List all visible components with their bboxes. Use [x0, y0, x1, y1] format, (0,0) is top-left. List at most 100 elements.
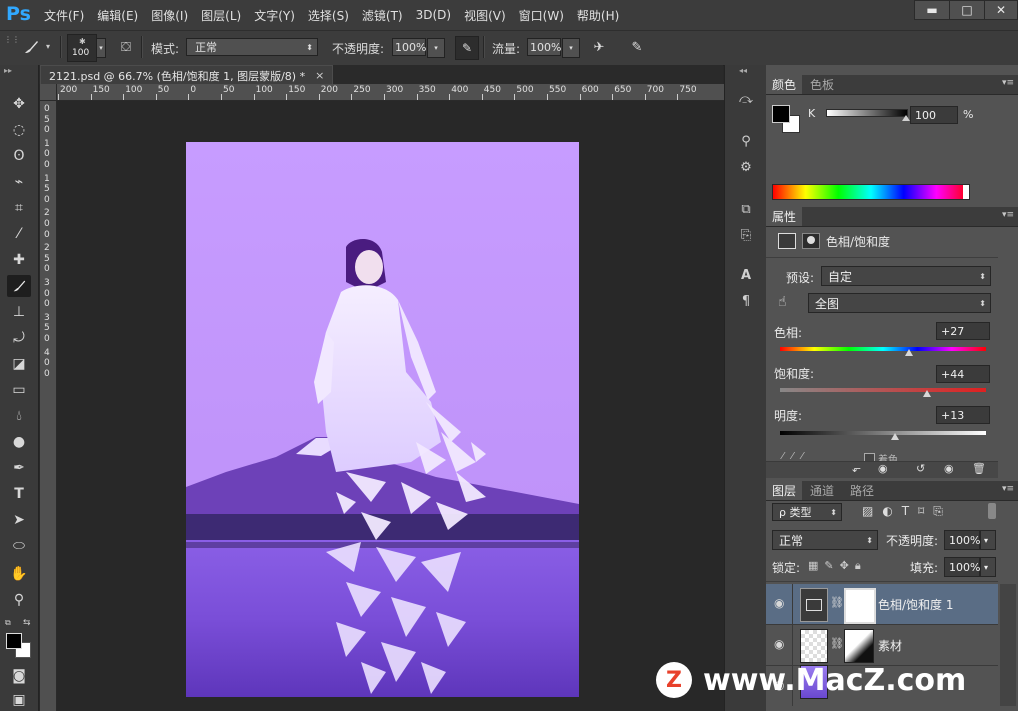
layer-name[interactable]: 色相/饱和度 1	[878, 596, 954, 613]
pressure-size-icon[interactable]: ✎	[626, 37, 648, 57]
lightness-slider-handle[interactable]	[891, 433, 899, 440]
airbrush-icon[interactable]: ✈	[588, 37, 610, 57]
crop-tool-icon[interactable]: ⌗	[7, 197, 31, 219]
saturation-slider-handle[interactable]	[923, 390, 931, 397]
lasso-tool-icon[interactable]: ʘ	[7, 145, 31, 167]
menu-item-4[interactable]: 文字(Y)	[254, 7, 295, 24]
healing-brush-tool-icon[interactable]: ✚	[7, 249, 31, 271]
mask-icon[interactable]	[802, 233, 820, 249]
ruler-origin[interactable]	[40, 84, 57, 101]
history-panel-icon[interactable]: ⤼	[735, 89, 757, 109]
eye-icon[interactable]: ◉	[774, 596, 784, 610]
zoom-tool-icon[interactable]: ⚲	[7, 589, 31, 611]
menu-item-8[interactable]: 视图(V)	[464, 7, 506, 24]
color-spectrum-ramp[interactable]	[772, 184, 970, 200]
menu-item-3[interactable]: 图层(L)	[201, 7, 241, 24]
vertical-ruler[interactable]: 050100150200250300350400	[40, 100, 57, 711]
menu-item-1[interactable]: 编辑(E)	[97, 7, 138, 24]
brush-size-dropdown[interactable]: ▾	[96, 38, 106, 58]
brush-size-picker[interactable]: ✱ 100	[67, 34, 97, 62]
menu-item-5[interactable]: 选择(S)	[308, 7, 349, 24]
k-slider-handle[interactable]	[902, 115, 910, 121]
opacity-field[interactable]: 100%	[392, 38, 426, 56]
panel-menu-icon[interactable]: ▾≡	[1002, 210, 1014, 220]
tab-channels[interactable]: 通道	[804, 481, 840, 500]
path-select-tool-icon[interactable]: ➤	[7, 509, 31, 531]
collapse-arrows-icon[interactable]: ▸▸	[4, 66, 12, 75]
paragraph-panel-icon[interactable]: ¶	[735, 291, 757, 311]
color-foreground-swatch[interactable]	[772, 105, 790, 123]
lightness-slider-track[interactable]	[780, 431, 986, 435]
lock-icons[interactable]: ▦✎✥🔒︎	[808, 559, 867, 573]
layer-row[interactable]: ◉ ⛓ 素材	[766, 625, 998, 666]
tool-presets-icon[interactable]: ⎘	[735, 225, 757, 245]
lightness-value-field[interactable]: +13	[936, 406, 990, 424]
dodge-tool-icon[interactable]: ●	[7, 431, 31, 453]
filter-toggle[interactable]	[988, 503, 996, 519]
eyedropper-tool-icon[interactable]: ⁄	[7, 223, 31, 245]
layer-mask-thumbnail[interactable]	[844, 629, 874, 663]
gradient-tool-icon[interactable]: ▭	[7, 379, 31, 401]
hand-tool-icon[interactable]: ✋	[7, 563, 31, 585]
horizontal-ruler[interactable]: 200 150 100 50 0 50 100 150 200 250 300 350 400 450 50…	[40, 84, 724, 101]
hue-slider-handle[interactable]	[905, 349, 913, 356]
document-tab[interactable]: 2121.psd @ 66.7% (色相/饱和度 1, 图层蒙版/8) * ×	[40, 65, 334, 85]
layer-filter-dropdown[interactable]: ρ 类型 ⬍	[772, 503, 842, 521]
layer-name[interactable]: 素材	[878, 637, 902, 654]
pen-tool-icon[interactable]: ✒	[7, 457, 31, 479]
default-colors-icon[interactable]: ⧉	[5, 618, 11, 628]
flow-dropdown[interactable]: ▾	[562, 38, 580, 58]
flow-field[interactable]: 100%	[527, 38, 561, 56]
brush-panel-icon[interactable]: ⚙	[735, 157, 757, 177]
panel-menu-icon[interactable]: ▾≡	[1002, 78, 1014, 88]
character-panel-icon[interactable]: A	[735, 265, 757, 285]
tab-layers[interactable]: 图层	[766, 481, 803, 500]
layer-row-selected[interactable]: ◉ ⛓ 色相/饱和度 1	[766, 584, 998, 625]
eraser-tool-icon[interactable]: ◪	[7, 353, 31, 375]
blur-tool-icon[interactable]: 💧︎	[7, 405, 31, 427]
hue-slider-track[interactable]	[780, 347, 986, 351]
quick-select-tool-icon[interactable]: ⌁	[7, 171, 31, 193]
close-button[interactable]: ✕	[984, 0, 1018, 20]
k-slider-track[interactable]	[826, 109, 908, 117]
saturation-slider-track[interactable]	[780, 388, 986, 392]
fill-field[interactable]: 100%	[944, 557, 980, 577]
k-value-field[interactable]: 100	[910, 106, 958, 124]
tab-swatches[interactable]: 色板	[804, 75, 840, 94]
brush-presets-icon[interactable]: ⚲	[735, 131, 757, 151]
clip-to-layer-icon[interactable]: ⬐	[852, 462, 861, 475]
mode-dropdown[interactable]: 正常 ⬍	[186, 38, 318, 56]
move-tool-icon[interactable]: ✥	[7, 93, 31, 115]
pressure-opacity-icon[interactable]: ✎	[455, 36, 479, 60]
fill-dropdown[interactable]: ▾	[980, 557, 996, 577]
saturation-value-field[interactable]: +44	[936, 365, 990, 383]
maximize-button[interactable]: □	[949, 0, 985, 20]
delete-icon[interactable]: 🗑︎	[972, 462, 986, 475]
panel-menu-icon[interactable]: ▾≡	[1002, 484, 1014, 494]
clone-source-icon[interactable]: ⧉	[735, 199, 757, 219]
menu-item-6[interactable]: 滤镜(T)	[362, 7, 403, 24]
filter-type-icons[interactable]: ▨◐T⌑⎘	[862, 504, 952, 519]
tab-color[interactable]: 颜色	[766, 75, 803, 94]
minimize-button[interactable]: ▬	[914, 0, 950, 20]
swap-colors-icon[interactable]: ⇆	[23, 618, 31, 628]
marquee-tool-icon[interactable]: ◌	[7, 119, 31, 141]
layer-opacity-dropdown[interactable]: ▾	[980, 530, 996, 550]
menu-item-7[interactable]: 3D(D)	[416, 8, 451, 22]
link-icon[interactable]: ⛓	[830, 637, 844, 650]
visibility-icon[interactable]: ◉	[944, 462, 954, 475]
channel-dropdown[interactable]: 全图 ⬍	[808, 293, 991, 313]
layer-mask-thumbnail[interactable]	[844, 588, 876, 624]
shape-tool-icon[interactable]: ⬭	[7, 535, 31, 557]
hue-value-field[interactable]: +27	[936, 322, 990, 340]
opacity-dropdown[interactable]: ▾	[427, 38, 445, 58]
preset-dropdown[interactable]: 自定 ⬍	[821, 266, 991, 286]
menu-item-2[interactable]: 图像(I)	[151, 7, 188, 24]
brush-panel-toggle-icon[interactable]: ⛋	[115, 37, 137, 57]
targeted-adjustment-icon[interactable]: ☝	[778, 294, 787, 310]
history-brush-tool-icon[interactable]: ⤾	[7, 327, 31, 349]
tab-properties[interactable]: 属性	[766, 207, 803, 226]
foreground-color-swatch[interactable]	[6, 633, 22, 649]
type-tool-icon[interactable]: T	[7, 483, 31, 505]
brush-preset-picker[interactable]	[16, 35, 46, 59]
